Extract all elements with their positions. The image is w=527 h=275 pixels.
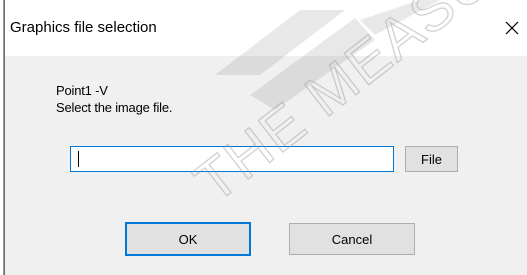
ok-button[interactable]: OK: [125, 222, 251, 256]
close-button[interactable]: [497, 13, 527, 43]
graphics-file-selection-dialog: Graphics file selection Point1 -V Select…: [4, 0, 527, 275]
dialog-titlebar: Graphics file selection: [5, 0, 527, 56]
file-browse-button[interactable]: File: [405, 146, 458, 172]
close-icon: [505, 21, 519, 35]
instruction-text: Select the image file.: [56, 100, 173, 115]
image-file-path-input[interactable]: [70, 146, 394, 172]
point-label: Point1 -V: [56, 83, 108, 98]
screen: Graphics file selection Point1 -V Select…: [0, 0, 527, 275]
cancel-button[interactable]: Cancel: [289, 223, 415, 255]
dialog-title: Graphics file selection: [10, 19, 157, 36]
dialog-client-area: Point1 -V Select the image file. File OK…: [5, 56, 527, 275]
text-caret: [78, 151, 79, 167]
